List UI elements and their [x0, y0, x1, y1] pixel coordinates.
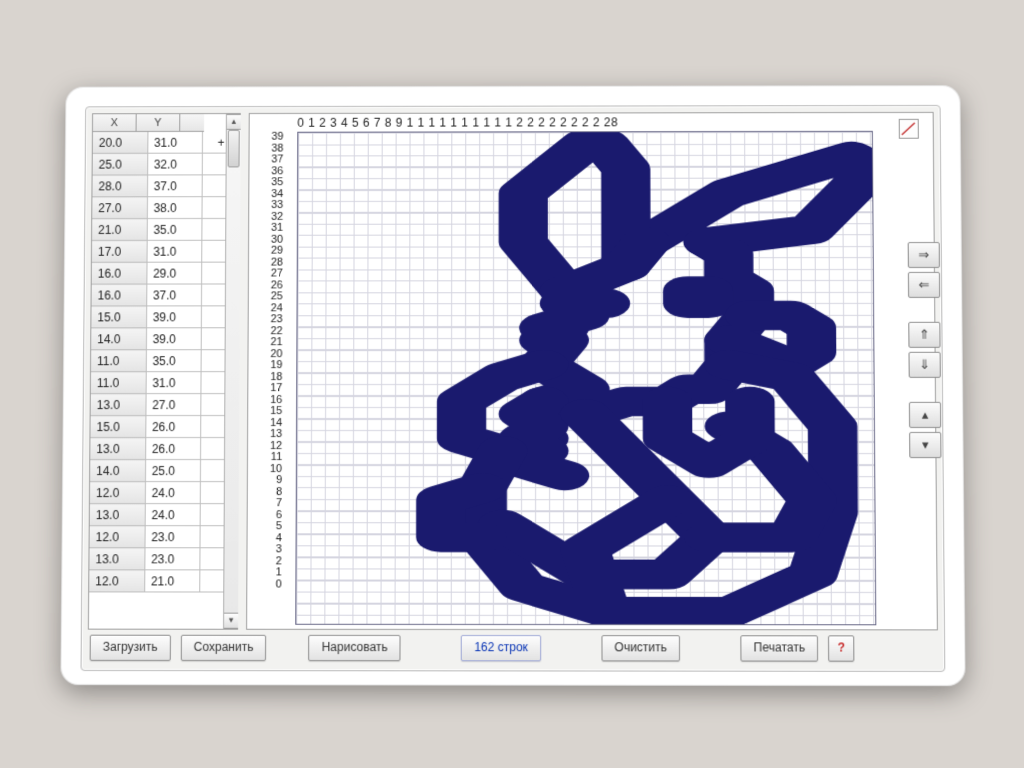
print-button[interactable]: Печатать [740, 635, 818, 661]
cell-x[interactable]: 28.0 [92, 175, 147, 197]
clear-button[interactable]: Очистить [601, 635, 680, 661]
cell-y[interactable]: 38.0 [147, 197, 202, 219]
cell-x[interactable]: 12.0 [90, 526, 145, 548]
scroll-down-icon[interactable]: ▾ [224, 613, 238, 629]
cell-y[interactable]: 31.0 [147, 240, 202, 262]
table-row[interactable]: 21.035.0 [92, 218, 239, 240]
table-row[interactable]: 16.037.0 [92, 284, 239, 306]
cell-x[interactable]: 16.0 [92, 262, 147, 284]
button-bar: Загрузить Сохранить Нарисовать 162 строк… [82, 630, 945, 671]
table-row[interactable]: 14.025.0 [90, 460, 237, 482]
arrow-right-icon[interactable]: ⇒ [908, 242, 940, 268]
coord-scrollbar[interactable]: ▴ ▾ [223, 114, 241, 629]
scroll-track[interactable] [224, 130, 241, 613]
arrow-left-icon[interactable]: ⇐ [908, 272, 940, 298]
cell-x[interactable]: 13.0 [91, 394, 146, 416]
help-button[interactable]: ? [828, 635, 854, 661]
col-marker-header [180, 114, 204, 132]
table-row[interactable]: 12.024.0 [90, 482, 237, 504]
cell-y[interactable]: 23.0 [144, 548, 200, 570]
cell-y[interactable]: 31.0 [146, 372, 202, 394]
table-row[interactable]: 15.026.0 [90, 416, 237, 438]
cell-y[interactable]: 39.0 [146, 328, 202, 350]
table-row[interactable]: 15.039.0 [91, 306, 238, 328]
col-x-header[interactable]: X [93, 114, 137, 132]
cell-y[interactable]: 35.0 [147, 218, 202, 240]
axis-top-labels: 0 1 2 3 4 5 6 7 8 9 1 1 1 1 1 1 1 1 1 1 … [297, 115, 618, 129]
save-button[interactable]: Сохранить [181, 635, 267, 661]
draw-button[interactable]: Нарисовать [309, 635, 401, 661]
cell-y[interactable]: 24.0 [145, 482, 201, 504]
cell-y[interactable]: 29.0 [147, 262, 202, 284]
cell-x[interactable]: 12.0 [90, 482, 145, 504]
cell-y[interactable]: 21.0 [144, 570, 200, 592]
coord-table[interactable]: X Y 20.031.0+25.032.028.037.027.038.021.… [88, 113, 241, 630]
table-row[interactable]: 20.031.0+ [93, 132, 239, 153]
scroll-thumb[interactable] [228, 130, 240, 168]
cell-x[interactable]: 13.0 [89, 548, 144, 570]
table-row[interactable]: 11.035.0 [91, 350, 238, 372]
cell-y[interactable]: 39.0 [146, 306, 202, 328]
cell-x[interactable]: 11.0 [91, 350, 146, 372]
cell-y[interactable]: 32.0 [147, 153, 202, 175]
table-row[interactable]: 13.026.0 [90, 438, 237, 460]
app-window: X Y 20.031.0+25.032.028.037.027.038.021.… [81, 105, 946, 672]
arrow-down-icon[interactable]: ⇓ [908, 352, 940, 378]
cell-y[interactable]: 25.0 [145, 460, 201, 482]
cell-y[interactable]: 27.0 [146, 394, 202, 416]
cell-x[interactable]: 21.0 [92, 219, 147, 241]
table-row[interactable]: 28.037.0 [92, 175, 239, 197]
cell-y[interactable]: 31.0 [147, 132, 202, 153]
coord-table-body[interactable]: 20.031.0+25.032.028.037.027.038.021.035.… [89, 132, 240, 629]
cell-x[interactable]: 14.0 [91, 328, 146, 350]
table-row[interactable]: 13.027.0 [91, 394, 238, 416]
cell-x[interactable]: 15.0 [90, 416, 145, 438]
table-row[interactable]: 14.039.0 [91, 328, 238, 350]
cell-y[interactable]: 26.0 [145, 438, 201, 460]
navigation-column: ⇒ ⇐ ⇑ ⇓ ▴ ▾ [908, 242, 942, 458]
cell-x[interactable]: 16.0 [92, 284, 147, 306]
cell-x[interactable]: 20.0 [93, 132, 148, 153]
cell-y[interactable]: 24.0 [145, 504, 201, 526]
cell-x[interactable]: 11.0 [91, 372, 146, 394]
cell-x[interactable]: 25.0 [93, 153, 148, 175]
cell-x[interactable]: 13.0 [90, 438, 145, 460]
triangle-down-icon[interactable]: ▾ [909, 432, 941, 458]
triangle-up-icon[interactable]: ▴ [909, 402, 941, 428]
cell-y[interactable]: 37.0 [147, 175, 202, 197]
cell-x[interactable]: 12.0 [89, 570, 144, 592]
cell-x[interactable]: 14.0 [90, 460, 145, 482]
table-row[interactable]: 13.023.0 [89, 548, 237, 570]
line-tool-icon[interactable] [899, 119, 919, 139]
table-row[interactable]: 25.032.0 [93, 153, 240, 175]
cell-y[interactable]: 35.0 [146, 350, 202, 372]
table-row[interactable]: 13.024.0 [90, 504, 238, 526]
axis-left-labels: 3938373635343332313029282726252423222120… [269, 132, 283, 591]
table-row[interactable]: 12.023.0 [90, 526, 238, 548]
arrow-up-icon[interactable]: ⇑ [908, 322, 940, 348]
slide-card: X Y 20.031.0+25.032.028.037.027.038.021.… [60, 85, 965, 686]
cell-x[interactable]: 15.0 [91, 306, 146, 328]
coord-table-header: X Y [93, 114, 240, 132]
col-y-header[interactable]: Y [137, 114, 181, 132]
cell-y[interactable]: 23.0 [145, 526, 201, 548]
table-row[interactable]: 27.038.0 [92, 197, 239, 219]
drawing-canvas-panel: 0 1 2 3 4 5 6 7 8 9 1 1 1 1 1 1 1 1 1 1 … [246, 112, 938, 630]
cell-x[interactable]: 17.0 [92, 240, 147, 262]
load-button[interactable]: Загрузить [90, 635, 171, 661]
grid-canvas[interactable] [295, 131, 876, 625]
row-count-indicator: 162 строк [461, 635, 541, 661]
cell-y[interactable]: 26.0 [145, 416, 201, 438]
table-row[interactable]: 16.029.0 [92, 262, 239, 284]
table-row[interactable]: 12.021.0 [89, 570, 237, 592]
scroll-up-icon[interactable]: ▴ [227, 114, 241, 130]
table-row[interactable]: 17.031.0 [92, 240, 239, 262]
cell-x[interactable]: 13.0 [90, 504, 145, 526]
table-row[interactable]: 11.031.0 [91, 372, 238, 394]
cell-x[interactable]: 27.0 [92, 197, 147, 219]
cell-y[interactable]: 37.0 [146, 284, 202, 306]
